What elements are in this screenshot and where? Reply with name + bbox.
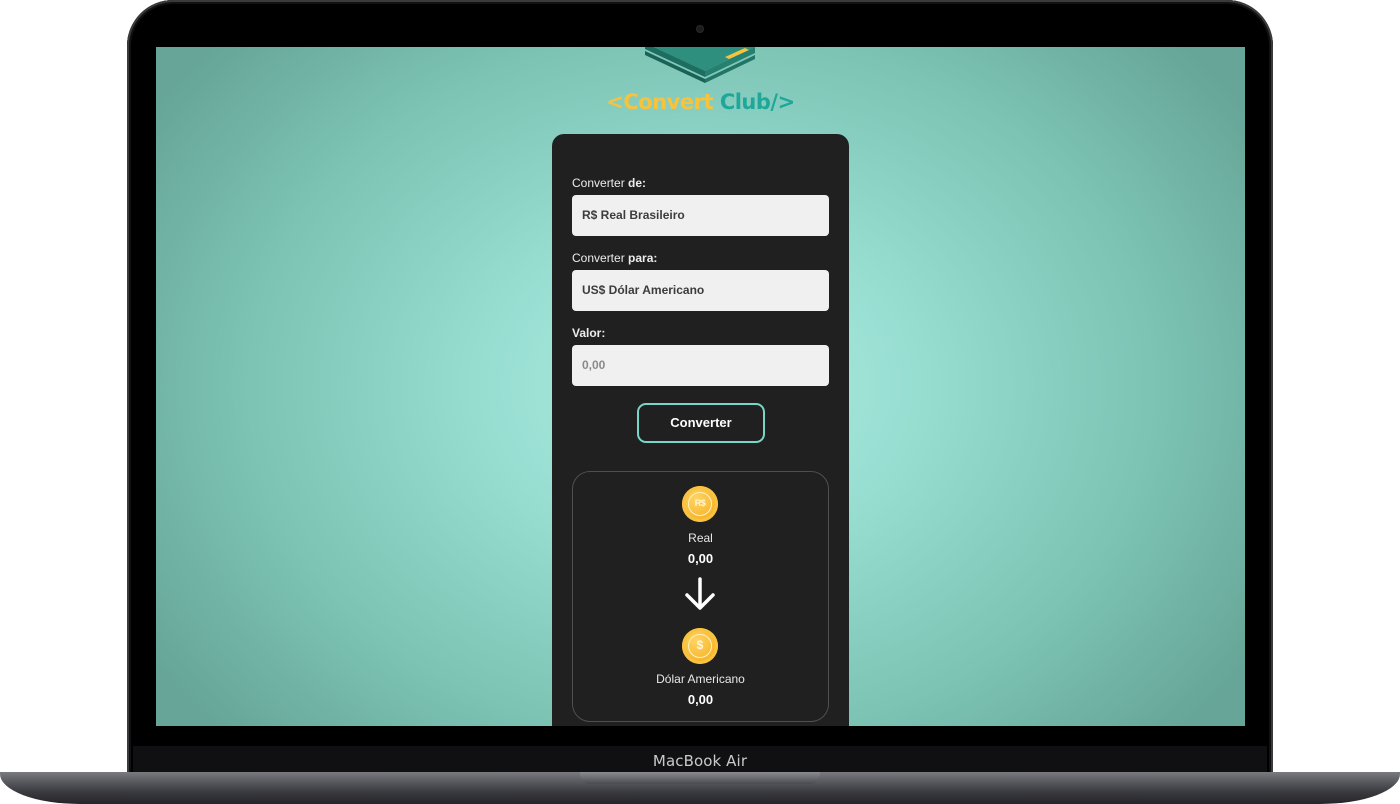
camera-icon <box>697 26 703 32</box>
app-logo: <Convert Club/> <box>156 90 1245 114</box>
to-currency-name: Dólar Americano <box>656 672 745 686</box>
result-panel: R$ Real 0,00 $ Dólar Americano 0,00 <box>572 471 829 722</box>
logo-text-club: Club/> <box>713 90 795 114</box>
from-label: Converter de: <box>572 176 647 190</box>
real-coin-icon: R$ <box>682 486 718 522</box>
real-coin-symbol: R$ <box>688 492 712 516</box>
money-stack-icon <box>645 47 755 83</box>
to-currency-value: 0,00 <box>687 692 714 707</box>
from-currency-value: 0,00 <box>687 551 714 566</box>
browser-screen: <Convert Club/> Converter de: R$ Real Br… <box>156 47 1245 726</box>
dollar-coin-icon: $ <box>682 628 718 664</box>
from-currency-name: Real <box>688 531 713 545</box>
to-currency-select[interactable]: US$ Dólar Americano <box>572 270 829 311</box>
device-label: MacBook Air <box>652 752 748 770</box>
laptop-hinge-notch <box>580 772 820 784</box>
from-currency-select[interactable]: R$ Real Brasileiro <box>572 195 829 236</box>
dollar-coin-symbol: $ <box>688 634 712 658</box>
convert-button[interactable]: Converter <box>637 403 765 443</box>
to-label: Converter para: <box>572 251 658 265</box>
amount-input[interactable]: 0,00 <box>572 345 829 386</box>
converter-card: Converter de: R$ Real Brasileiro Convert… <box>552 134 849 726</box>
arrow-down-icon <box>685 577 715 610</box>
logo-text-convert: <Convert <box>606 90 714 114</box>
amount-label: Valor: <box>572 326 606 340</box>
